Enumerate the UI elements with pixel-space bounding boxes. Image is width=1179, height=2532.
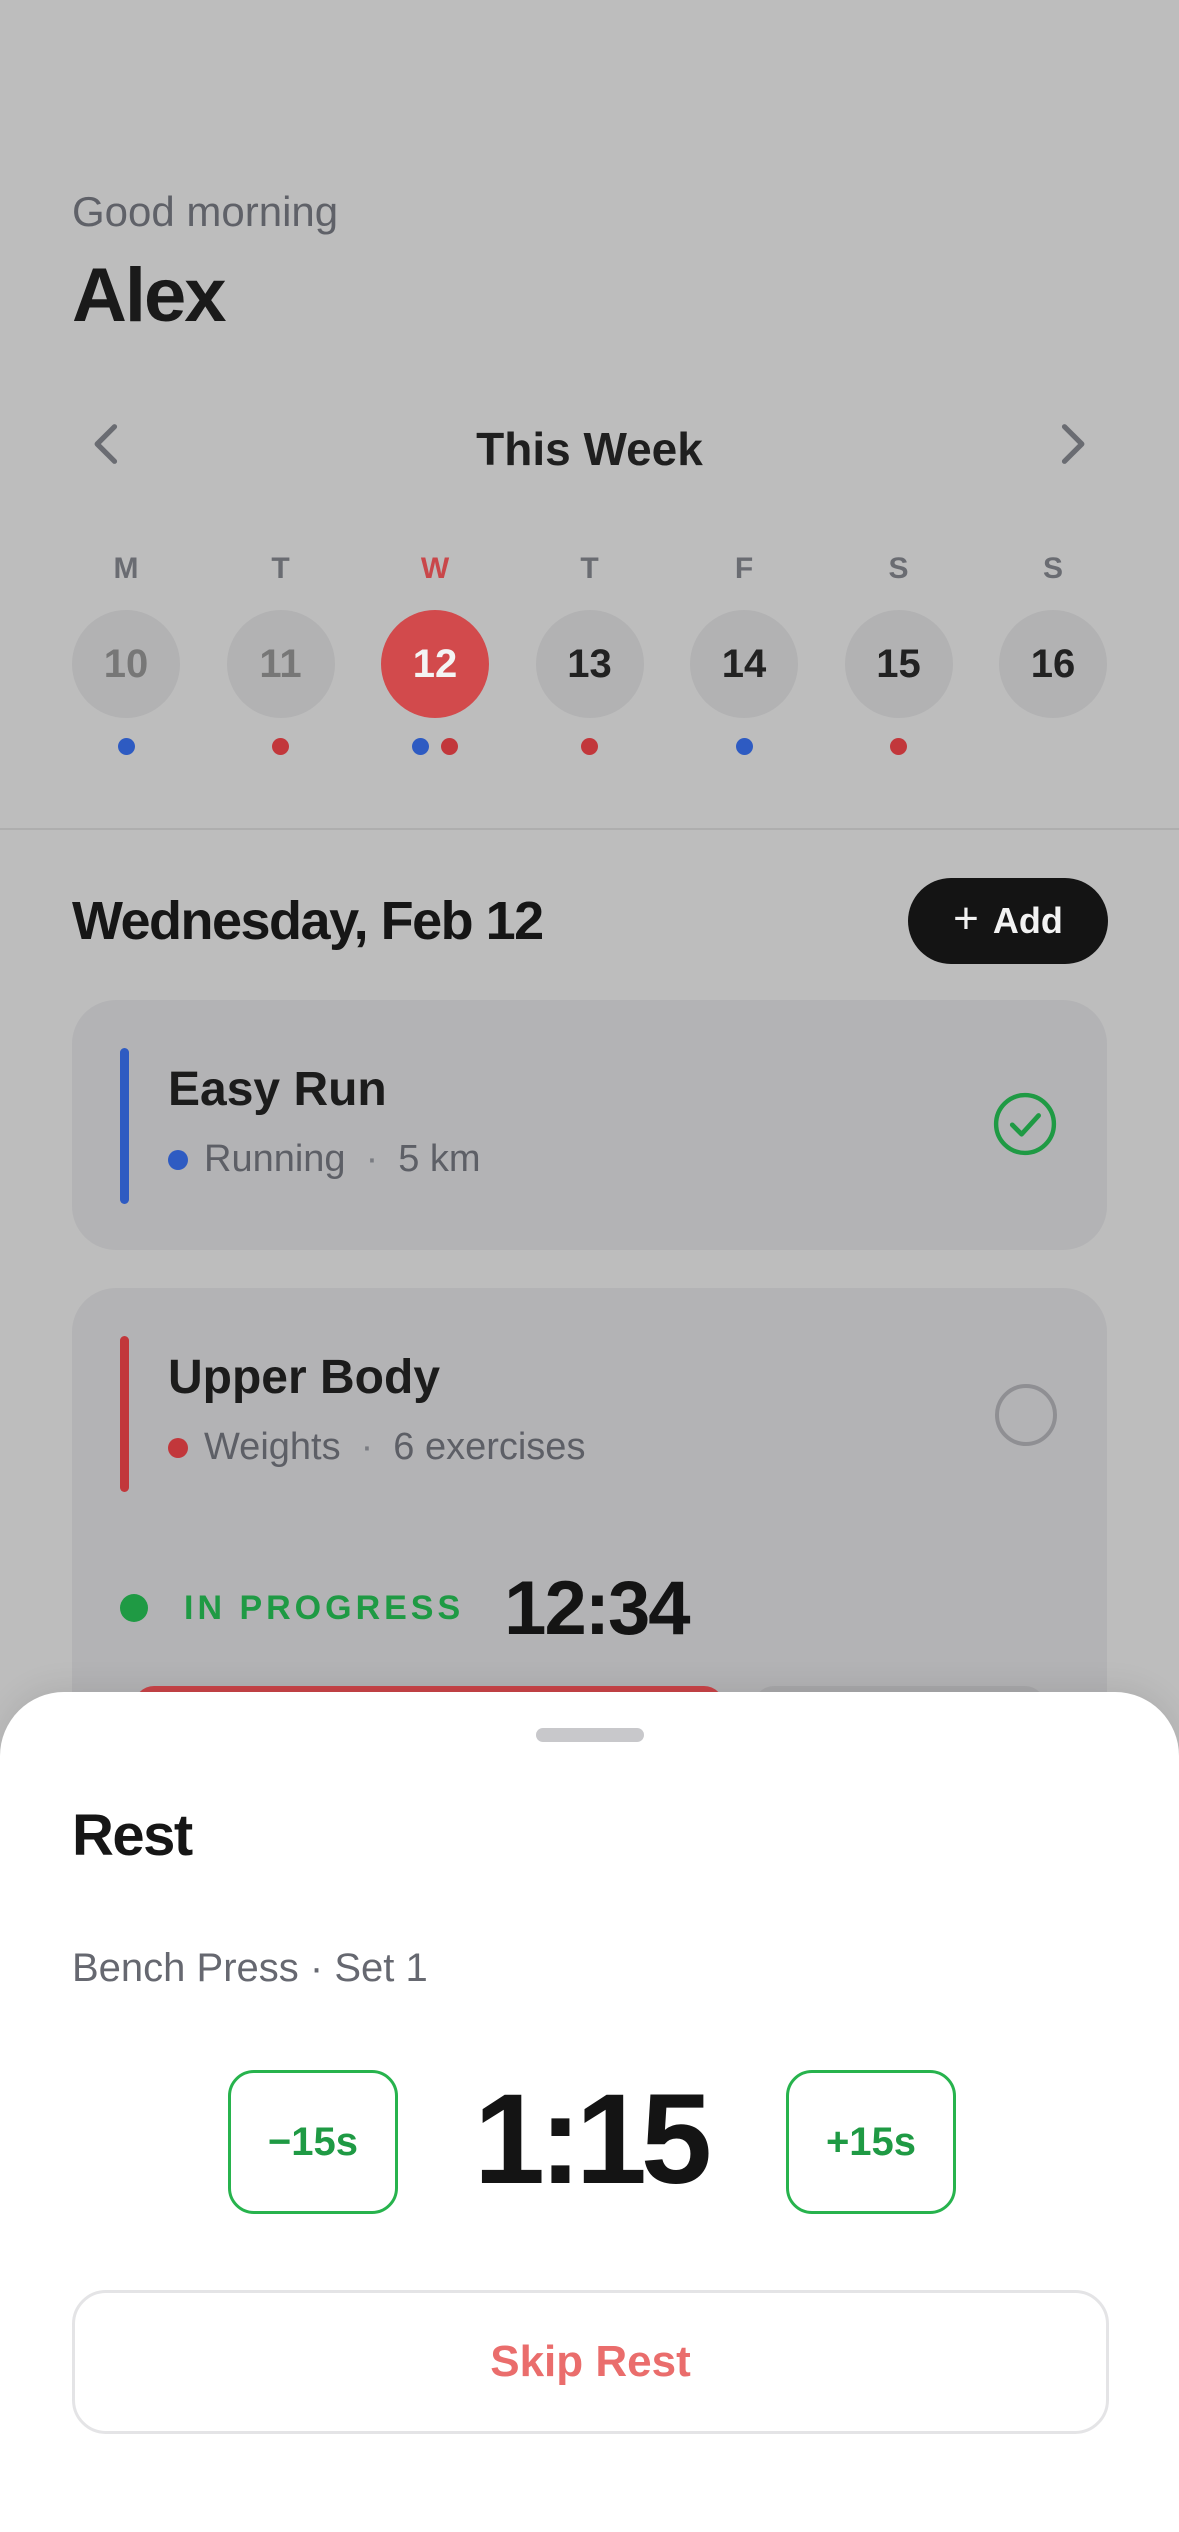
week-days: M 10 T 11 W 12 T 13 F 14 S 15 S 16 — [72, 552, 1107, 762]
live-status-dot — [120, 1594, 148, 1622]
running-dot — [117, 738, 135, 755]
week-title: This Week — [476, 423, 703, 475]
sheet-drag-handle[interactable] — [536, 1728, 644, 1742]
exercise-set-label: Bench Press · Set 1 — [72, 1946, 428, 1990]
workout-detail: 6 exercises — [393, 1426, 586, 1468]
day-number: 15 — [844, 610, 953, 718]
progress-status: IN PROGRESS 12:34 — [120, 1566, 691, 1651]
elapsed-time: 12:34 — [504, 1565, 690, 1651]
workout-meta: Running · 5 km — [168, 1138, 481, 1181]
day-dots — [227, 738, 335, 755]
running-dot — [412, 738, 429, 755]
day-dots — [536, 738, 644, 755]
weights-dot — [890, 738, 907, 755]
day-item[interactable]: S 16 — [999, 552, 1107, 762]
check-circle-icon[interactable] — [991, 1090, 1059, 1158]
workout-type: Weights — [204, 1426, 341, 1468]
weights-dot — [441, 738, 458, 755]
day-dots — [72, 738, 180, 755]
selected-date-title: Wednesday, Feb 12 — [72, 891, 544, 951]
day-number: 11 — [226, 610, 335, 718]
rest-bottom-sheet: Rest Bench Press · Set 1 −15s 1:15 +15s … — [0, 1692, 1179, 2532]
weights-dot — [272, 738, 289, 755]
day-letter: W — [420, 552, 450, 585]
weights-dot — [581, 738, 598, 755]
separator: · — [360, 1426, 374, 1468]
day-letter: S — [888, 552, 909, 585]
day-number: 16 — [999, 610, 1107, 718]
chevron-right-icon[interactable] — [1045, 418, 1097, 470]
divider — [0, 828, 1179, 830]
day-number: 12 — [381, 610, 489, 718]
day-letter: T — [271, 552, 290, 585]
plus-icon: + — [953, 894, 979, 943]
separator: · — [365, 1138, 379, 1180]
running-dot — [168, 1149, 188, 1170]
workout-color-bar — [120, 1048, 129, 1204]
day-dots — [845, 738, 953, 755]
skip-rest-button[interactable]: Skip Rest — [72, 2290, 1109, 2434]
day-item[interactable]: T 13 — [535, 552, 644, 762]
workout-meta: Weights · 6 exercises — [168, 1426, 585, 1469]
status-label: IN PROGRESS — [184, 1588, 465, 1627]
rest-timer: 1:15 — [473, 2068, 712, 2211]
user-name: Alex — [72, 253, 227, 338]
day-item-selected[interactable]: W 12 — [381, 552, 489, 762]
day-letter: S — [1042, 552, 1063, 585]
workout-title: Easy Run — [168, 1063, 387, 1116]
incomplete-circle-icon[interactable] — [995, 1384, 1057, 1446]
day-number: 14 — [690, 610, 798, 718]
workout-detail: 5 km — [398, 1138, 481, 1180]
day-item[interactable]: S 15 — [844, 552, 953, 762]
day-number: 10 — [72, 610, 180, 718]
day-item[interactable]: F 14 — [690, 552, 798, 762]
day-dots — [381, 738, 489, 755]
day-letter: F — [734, 552, 754, 585]
weights-dot — [168, 1437, 188, 1458]
day-dots — [690, 738, 798, 755]
day-number: 13 — [535, 610, 644, 718]
day-letter: T — [580, 552, 599, 585]
day-letter: M — [113, 552, 139, 585]
decrease-15s-button[interactable]: −15s — [228, 2070, 398, 2214]
workout-type: Running — [204, 1138, 346, 1180]
sheet-title: Rest — [72, 1803, 193, 1868]
add-label: Add — [992, 900, 1063, 941]
greeting-text: Good morning — [72, 188, 339, 235]
increase-15s-button[interactable]: +15s — [786, 2070, 956, 2214]
workout-card-easy-run[interactable]: Easy Run Running · 5 km — [72, 1000, 1107, 1250]
workout-color-bar — [120, 1336, 129, 1492]
running-dot — [735, 738, 753, 755]
day-item[interactable]: T 11 — [226, 552, 335, 762]
screen: Good morning Alex This Week M 10 T 11 W … — [0, 0, 1179, 2532]
workout-title: Upper Body — [168, 1351, 441, 1404]
week-navigation: This Week — [72, 410, 1107, 480]
add-workout-button[interactable]: + Add — [908, 878, 1108, 964]
day-item[interactable]: M 10 — [72, 552, 180, 762]
